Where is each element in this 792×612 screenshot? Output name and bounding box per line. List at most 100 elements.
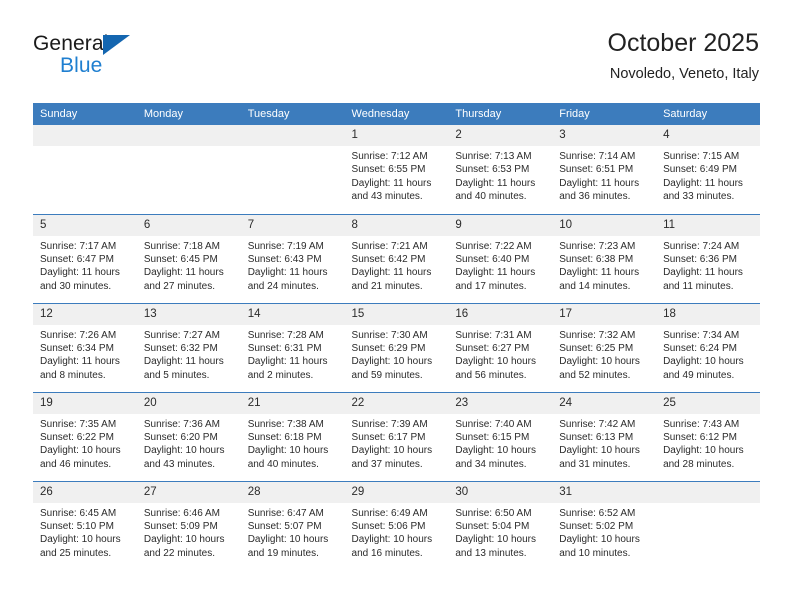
day-number: [240, 125, 345, 146]
weekday-header-tuesday: Tuesday: [240, 103, 345, 125]
day-daylight-1-text: Daylight: 11 hours: [143, 356, 224, 368]
day-sunrise-text: Sunrise: 7:12 AM: [351, 151, 428, 162]
weekday-header-saturday: Saturday: [656, 103, 760, 125]
calendar-day-cell[interactable]: 18 Sunrise: 7:34 AM Sunset: 6:24 PM Dayligh…: [656, 302, 760, 392]
weekday-header-thursday: Thursday: [448, 103, 553, 125]
day-details: Sunrise: 7:31 AM Sunset: 6:27 PM Daylight:…: [448, 325, 552, 383]
day-daylight-1-text: Daylight: 10 hours: [247, 445, 329, 457]
day-daylight-2-text: and 36 minutes.: [559, 191, 631, 203]
general-blue-logo[interactable]: General Blue: [33, 32, 233, 88]
day-daylight-2-text: and 13 minutes.: [455, 547, 527, 559]
calendar-day-cell[interactable]: 7 Sunrise: 7:19 AM Sunset: 6:43 PM Daylight…: [240, 213, 345, 303]
day-number: [656, 481, 760, 503]
day-details: Sunrise: 7:38 AM Sunset: 6:18 PM Daylight:…: [241, 414, 345, 472]
calendar-day-cell[interactable]: 23 Sunrise: 7:40 AM Sunset: 6:15 PM Dayligh…: [448, 391, 553, 481]
calendar-day-cell[interactable]: 15 Sunrise: 7:30 AM Sunset: 6:29 PM Dayligh…: [344, 302, 449, 392]
day-sunrise-text: Sunrise: 7:40 AM: [455, 418, 532, 430]
calendar-day-cell[interactable]: 14 Sunrise: 7:28 AM Sunset: 6:31 PM Dayligh…: [240, 302, 345, 392]
day-number: 15: [344, 303, 449, 325]
calendar-day-cell[interactable]: 3 Sunrise: 7:14 AM Sunset: 6:51 PM Daylight…: [552, 125, 657, 214]
day-daylight-2-text: and 40 minutes.: [247, 458, 319, 470]
day-number: 4: [656, 125, 760, 146]
calendar-day-cell[interactable]: 29 Sunrise: 6:49 AM Sunset: 5:06 PM Dayligh…: [344, 480, 449, 570]
day-sunrise-text: Sunrise: 7:43 AM: [663, 418, 740, 430]
day-details: Sunrise: 6:50 AM Sunset: 5:04 PM Daylight:…: [448, 503, 552, 561]
calendar-day-cell[interactable]: 25 Sunrise: 7:43 AM Sunset: 6:12 PM Dayligh…: [656, 391, 760, 481]
calendar-day-cell[interactable]: 24 Sunrise: 7:42 AM Sunset: 6:13 PM Dayligh…: [552, 391, 657, 481]
day-details: Sunrise: 7:18 AM Sunset: 6:45 PM Daylight:…: [137, 236, 241, 294]
day-daylight-2-text: and 37 minutes.: [351, 458, 423, 470]
day-daylight-2-text: and 43 minutes.: [143, 458, 216, 470]
day-number: 12: [33, 303, 137, 325]
day-sunrise-text: Sunrise: 7:32 AM: [559, 329, 636, 341]
day-daylight-1-text: Daylight: 10 hours: [351, 356, 433, 368]
day-daylight-1-text: Daylight: 10 hours: [455, 445, 536, 457]
calendar-day-cell[interactable]: 5 Sunrise: 7:17 AM Sunset: 6:47 PM Daylight…: [33, 213, 137, 303]
day-sunrise-text: Sunrise: 6:46 AM: [143, 507, 220, 519]
day-daylight-1-text: Daylight: 10 hours: [559, 534, 640, 546]
day-sunrise-text: Sunrise: 7:18 AM: [143, 240, 220, 252]
calendar-day-cell[interactable]: 8 Sunrise: 7:21 AM Sunset: 6:42 PM Daylight…: [344, 213, 449, 303]
calendar-day-cell[interactable]: 13 Sunrise: 7:27 AM Sunset: 6:32 PM Dayligh…: [136, 302, 241, 392]
calendar-day-cell[interactable]: 19 Sunrise: 7:35 AM Sunset: 6:22 PM Dayligh…: [33, 391, 137, 481]
day-number: 19: [33, 392, 137, 414]
calendar-day-cell[interactable]: 22 Sunrise: 7:39 AM Sunset: 6:17 PM Dayligh…: [344, 391, 449, 481]
weekday-header-wednesday: Wednesday: [344, 103, 449, 125]
day-daylight-2-text: and 8 minutes.: [40, 369, 106, 381]
day-daylight-2-text: and 56 minutes.: [455, 369, 527, 381]
day-daylight-1-text: Daylight: 10 hours: [559, 445, 640, 457]
day-number: 11: [656, 214, 760, 236]
calendar-day-cell[interactable]: 11 Sunrise: 7:24 AM Sunset: 6:36 PM Dayligh…: [656, 213, 760, 303]
calendar-day-cell[interactable]: 30 Sunrise: 6:50 AM Sunset: 5:04 PM Dayligh…: [448, 480, 553, 570]
day-details: Sunrise: 7:32 AM Sunset: 6:25 PM Daylight:…: [552, 325, 656, 383]
day-daylight-1-text: Daylight: 11 hours: [40, 267, 120, 279]
calendar-day-cell[interactable]: 31 Sunrise: 6:52 AM Sunset: 5:02 PM Dayligh…: [552, 480, 657, 570]
day-daylight-1-text: Daylight: 11 hours: [559, 267, 640, 279]
day-details: Sunrise: 7:27 AM Sunset: 6:32 PM Daylight:…: [137, 325, 241, 383]
calendar-day-cell[interactable]: 27 Sunrise: 6:46 AM Sunset: 5:09 PM Dayligh…: [136, 480, 241, 570]
day-details: Sunrise: 7:28 AM Sunset: 6:31 PM Daylight:…: [241, 325, 345, 383]
calendar-week-row: 5 Sunrise: 7:17 AM Sunset: 6:47 PM Daylight…: [33, 213, 760, 303]
day-sunrise-text: Sunrise: 7:22 AM: [455, 240, 532, 252]
calendar-day-cell[interactable]: 20 Sunrise: 7:36 AM Sunset: 6:20 PM Dayligh…: [136, 391, 241, 481]
calendar-day-cell[interactable]: 17 Sunrise: 7:32 AM Sunset: 6:25 PM Dayligh…: [552, 302, 657, 392]
day-sunset-text: Sunset: 6:55 PM: [351, 164, 426, 176]
calendar-day-cell[interactable]: 2 Sunrise: 7:13 AM Sunset: 6:53 PM Daylight…: [448, 125, 553, 214]
day-sunset-text: Sunset: 6:29 PM: [351, 342, 426, 354]
day-sunset-text: Sunset: 6:42 PM: [351, 253, 426, 265]
day-number: 23: [448, 392, 553, 414]
calendar-day-cell[interactable]: 10 Sunrise: 7:23 AM Sunset: 6:38 PM Dayligh…: [552, 213, 657, 303]
calendar-day-cell[interactable]: 4 Sunrise: 7:15 AM Sunset: 6:49 PM Daylight…: [656, 125, 760, 214]
day-daylight-2-text: and 33 minutes.: [663, 191, 735, 203]
day-number: 8: [344, 214, 449, 236]
calendar-day-cell[interactable]: 26 Sunrise: 6:45 AM Sunset: 5:10 PM Dayligh…: [33, 480, 137, 570]
day-number: 10: [552, 214, 657, 236]
day-number: [136, 125, 241, 146]
day-sunset-text: Sunset: 5:09 PM: [143, 520, 218, 532]
day-daylight-2-text: and 49 minutes.: [663, 369, 735, 381]
day-sunrise-text: Sunrise: 7:15 AM: [663, 151, 740, 162]
weekday-header-friday: Friday: [552, 103, 657, 125]
day-daylight-1-text: Daylight: 11 hours: [247, 356, 328, 368]
day-details: Sunrise: 7:19 AM Sunset: 6:43 PM Daylight:…: [241, 236, 345, 294]
day-daylight-2-text: and 21 minutes.: [351, 280, 423, 292]
day-sunset-text: Sunset: 6:24 PM: [663, 342, 737, 354]
calendar-body: 1 Sunrise: 7:12 AM Sunset: 6:55 PM Daylight…: [33, 125, 760, 570]
calendar-day-cell[interactable]: 9 Sunrise: 7:22 AM Sunset: 6:40 PM Daylight…: [448, 213, 553, 303]
day-sunrise-text: Sunrise: 6:52 AM: [559, 507, 636, 519]
calendar-day-cell[interactable]: 6 Sunrise: 7:18 AM Sunset: 6:45 PM Daylight…: [136, 213, 241, 303]
day-sunset-text: Sunset: 6:17 PM: [351, 431, 426, 443]
calendar-day-cell[interactable]: 12 Sunrise: 7:26 AM Sunset: 6:34 PM Dayligh…: [33, 302, 137, 392]
calendar-day-cell[interactable]: 21 Sunrise: 7:38 AM Sunset: 6:18 PM Dayligh…: [240, 391, 345, 481]
logo-text-blue: Blue: [60, 54, 103, 77]
calendar-day-cell[interactable]: 16 Sunrise: 7:31 AM Sunset: 6:27 PM Dayligh…: [448, 302, 553, 392]
day-number: 17: [552, 303, 657, 325]
day-details: Sunrise: 7:42 AM Sunset: 6:13 PM Daylight:…: [552, 414, 656, 472]
day-sunrise-text: Sunrise: 7:35 AM: [40, 418, 117, 430]
day-daylight-2-text: and 28 minutes.: [663, 458, 735, 470]
calendar-day-cell[interactable]: 28 Sunrise: 6:47 AM Sunset: 5:07 PM Dayligh…: [240, 480, 345, 570]
calendar-day-cell[interactable]: 1 Sunrise: 7:12 AM Sunset: 6:55 PM Daylight…: [344, 125, 449, 214]
calendar-week-row: 26 Sunrise: 6:45 AM Sunset: 5:10 PM Dayligh…: [33, 480, 760, 570]
calendar-page: General Blue October 2025 Novoledo, Vene…: [0, 0, 792, 612]
calendar-day-cell-empty: [240, 125, 345, 214]
